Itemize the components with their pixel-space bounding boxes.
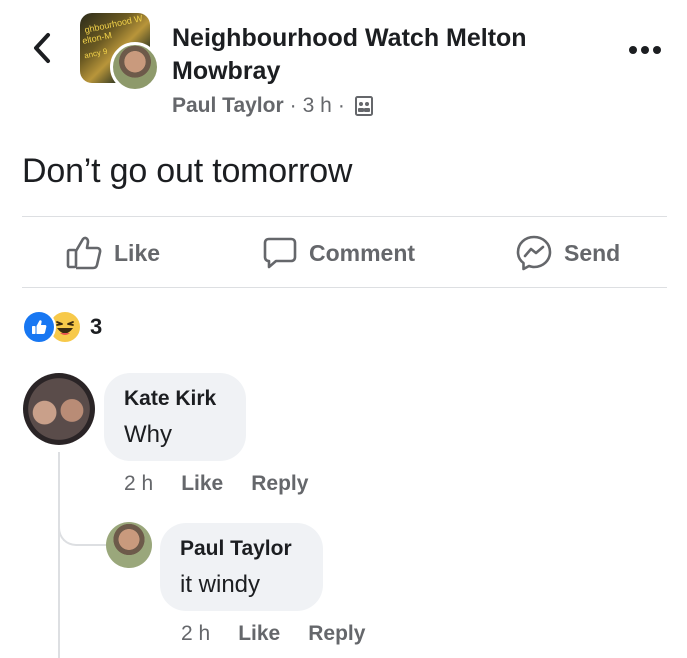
comment-time[interactable]: 2 h [181, 622, 210, 646]
reaction-count: 3 [90, 314, 103, 339]
reactions-summary[interactable]: 3 [22, 310, 102, 344]
group-name[interactable]: Neighbourhood Watch Melton Mowbray [172, 22, 592, 88]
divider [22, 216, 667, 217]
commenter-name[interactable]: Paul Taylor [180, 537, 303, 561]
commenter-avatar[interactable] [106, 522, 152, 568]
messenger-icon [516, 235, 552, 271]
comment-reply-button[interactable]: Reply [251, 472, 308, 496]
thread-line [58, 452, 60, 658]
meta-separator: · [337, 94, 345, 117]
comment-bubble: Kate Kirk Why [104, 373, 246, 461]
comment-bubble-icon [263, 237, 297, 269]
comment-actions: 2 h Like Reply [181, 622, 393, 646]
like-button-label: Like [114, 239, 161, 266]
comment-bubble: Paul Taylor it windy [160, 523, 323, 611]
author-avatar[interactable] [110, 42, 160, 92]
comment-text: Why [124, 421, 172, 448]
thread-branch [58, 500, 108, 546]
group-avatar-text: ghbourhood W [83, 13, 144, 36]
comment-like-button[interactable]: Like [181, 472, 223, 496]
comment-actions: 2 h Like Reply [124, 472, 336, 496]
post-text: Don’t go out tomorrow [22, 152, 353, 190]
group-avatar-text: ancy 9 [83, 46, 109, 61]
post-author[interactable]: Paul Taylor [172, 94, 284, 118]
divider [22, 287, 667, 288]
thumbs-up-icon [66, 236, 102, 270]
comment-text: it windy [180, 571, 261, 598]
group-privacy-icon [354, 96, 373, 116]
like-reaction-icon [22, 310, 56, 344]
comment-time[interactable]: 2 h [124, 472, 153, 496]
commenter-avatar[interactable] [23, 373, 95, 445]
commenter-name[interactable]: Kate Kirk [124, 387, 226, 411]
like-button[interactable]: Like [66, 230, 160, 276]
comment-button[interactable]: Comment [263, 230, 415, 276]
comment-like-button[interactable]: Like [238, 622, 280, 646]
comment-reply-button[interactable]: Reply [308, 622, 365, 646]
send-button-label: Send [564, 239, 621, 266]
more-horizontal-icon[interactable] [628, 42, 662, 54]
send-button[interactable]: Send [516, 230, 620, 276]
post-time[interactable]: 3 h [303, 94, 332, 118]
comment-button-label: Comment [309, 239, 416, 266]
post-meta: Paul Taylor · 3 h · [172, 94, 373, 118]
back-chevron-icon[interactable] [28, 30, 56, 66]
meta-separator: · [289, 94, 297, 117]
